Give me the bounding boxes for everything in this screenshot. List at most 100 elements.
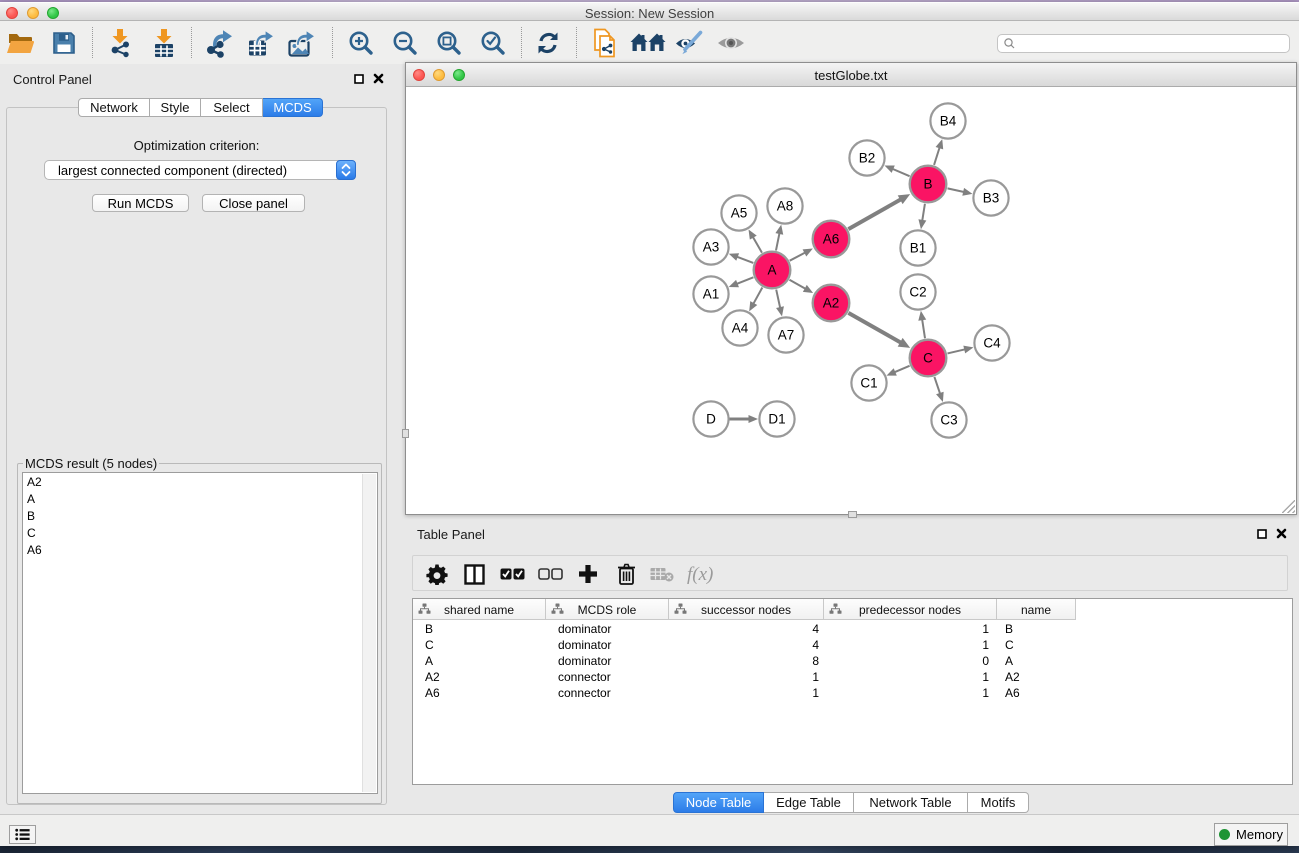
table-cell[interactable]: 4 <box>669 622 819 636</box>
graph-edge-A-A8[interactable] <box>776 232 780 250</box>
table-cell[interactable]: C <box>1005 638 1084 652</box>
export-table-button[interactable] <box>242 21 280 64</box>
save-session-button[interactable] <box>45 21 83 64</box>
table-cell[interactable]: B <box>425 622 558 636</box>
column-header-MCDS-role[interactable]: MCDS role <box>546 599 669 620</box>
graph-edge-A6-B[interactable] <box>848 199 902 229</box>
run-mcds-button[interactable]: Run MCDS <box>92 194 189 212</box>
table-cell[interactable]: connector <box>558 686 681 700</box>
tab-edge-table[interactable]: Edge Table <box>764 792 854 813</box>
delete-row-button[interactable] <box>608 556 644 592</box>
graph-edge-A-A2[interactable] <box>789 280 806 290</box>
table-cell[interactable]: 1 <box>669 686 819 700</box>
table-row[interactable]: Bdominator41 B <box>413 621 1083 637</box>
float-panel-icon[interactable] <box>354 74 364 84</box>
memory-button[interactable]: Memory <box>1214 823 1288 846</box>
zoom-fit-button[interactable] <box>430 21 468 64</box>
table-settings-button[interactable] <box>419 556 455 592</box>
table-cell[interactable]: A2 <box>1005 670 1084 684</box>
graph-edge-A-A4[interactable] <box>753 288 763 305</box>
table-cell[interactable]: 1 <box>824 638 989 652</box>
import-table-button[interactable] <box>145 21 183 64</box>
resize-grip[interactable] <box>1282 500 1295 513</box>
table-row[interactable]: A6connector11A6 <box>413 685 1083 701</box>
graph-node-C3[interactable]: C3 <box>931 402 966 437</box>
first-neighbors-button[interactable] <box>629 21 667 64</box>
graph-node-A2[interactable]: A2 <box>813 285 850 322</box>
table-cell[interactable]: 8 <box>669 654 819 668</box>
result-item[interactable]: A6 <box>23 541 377 558</box>
tab-style[interactable]: Style <box>150 98 201 117</box>
graph-edge-C-C2[interactable] <box>922 318 925 338</box>
tab-motifs[interactable]: Motifs <box>968 792 1029 813</box>
table-cell[interactable]: 1 <box>824 622 989 636</box>
graph-node-A[interactable]: A <box>754 252 791 289</box>
tab-select[interactable]: Select <box>201 98 263 117</box>
result-item[interactable]: A <box>23 490 377 507</box>
table-cell[interactable]: dominator <box>558 622 681 636</box>
tab-mcds[interactable]: MCDS <box>263 98 323 117</box>
graph-edge-A-A7[interactable] <box>776 290 780 310</box>
graph-node-C2[interactable]: C2 <box>900 274 935 309</box>
table-cell[interactable]: B <box>1005 622 1084 636</box>
search-input[interactable] <box>1016 36 1289 50</box>
duplicate-network-button[interactable] <box>586 21 624 64</box>
graph-edge-A2-C[interactable] <box>848 313 902 343</box>
result-item[interactable]: A2 <box>23 473 377 490</box>
graph-edge-A-A3[interactable] <box>736 256 753 263</box>
table-cell[interactable]: A6 <box>425 686 558 700</box>
close-panel-icon[interactable] <box>373 73 384 84</box>
table-row[interactable]: Cdominator41C <box>413 637 1083 653</box>
graph-node-A3[interactable]: A3 <box>693 229 728 264</box>
graph-edge-B-B3[interactable] <box>948 188 966 192</box>
table-row[interactable]: A2connector11A2 <box>413 669 1083 685</box>
graph-node-A6[interactable]: A6 <box>813 221 850 258</box>
table-cell[interactable]: A <box>425 654 558 668</box>
delete-table-button[interactable] <box>644 556 680 592</box>
column-header-name[interactable]: name <box>997 599 1076 620</box>
result-scrollbar[interactable] <box>362 474 376 792</box>
graph-edge-C-C1[interactable] <box>893 366 909 373</box>
import-network-button[interactable] <box>101 21 139 64</box>
graph-node-D[interactable]: D <box>693 401 728 436</box>
graph-edge-B-B1[interactable] <box>922 204 925 222</box>
graph-node-B[interactable]: B <box>910 166 947 203</box>
graph-edge-C-C3[interactable] <box>934 377 940 395</box>
table-cell[interactable]: dominator <box>558 638 681 652</box>
table-cell[interactable]: C <box>425 638 558 652</box>
hide-graphics-details-button[interactable] <box>671 21 709 64</box>
table-cell[interactable]: A2 <box>425 670 558 684</box>
graph-node-D1[interactable]: D1 <box>759 401 794 436</box>
graph-node-B4[interactable]: B4 <box>930 103 965 138</box>
graph-edge-B-B2[interactable] <box>891 168 909 176</box>
tab-node-table[interactable]: Node Table <box>673 792 764 813</box>
close-panel-button[interactable]: Close panel <box>202 194 305 212</box>
graph-node-C[interactable]: C <box>910 340 947 377</box>
table-cell[interactable]: 0 <box>824 654 989 668</box>
table-cell[interactable]: connector <box>558 670 681 684</box>
graph-node-A4[interactable]: A4 <box>722 310 757 345</box>
graph-node-C1[interactable]: C1 <box>851 365 886 400</box>
bottom-edge-handle[interactable] <box>848 511 857 518</box>
graph-node-A7[interactable]: A7 <box>768 317 803 352</box>
tab-network-table[interactable]: Network Table <box>854 792 968 813</box>
tab-network[interactable]: Network <box>78 98 150 117</box>
zoom-in-button[interactable] <box>342 21 380 64</box>
zoom-selected-button[interactable] <box>474 21 512 64</box>
column-header-shared-name[interactable]: shared name <box>413 599 546 620</box>
graph-edge-A-A1[interactable] <box>736 277 754 284</box>
open-session-button[interactable] <box>1 21 39 64</box>
table-cell[interactable]: 1 <box>669 670 819 684</box>
table-cell[interactable]: dominator <box>558 654 681 668</box>
network-canvas[interactable]: B4B2BB3B1A5A8A6A3AA1A2C2A4A7C4CC1C3DD1 <box>407 88 1295 514</box>
graph-edge-A-A6[interactable] <box>790 252 807 261</box>
table-cell[interactable]: A <box>1005 654 1084 668</box>
graph-edge-B-B4[interactable] <box>934 146 940 165</box>
graph-edge-A-A5[interactable] <box>752 236 762 253</box>
table-cell[interactable]: A6 <box>1005 686 1084 700</box>
graph-edge-C-C4[interactable] <box>947 349 966 353</box>
show-panels-button[interactable] <box>9 825 36 844</box>
export-network-button[interactable] <box>200 21 238 64</box>
result-item[interactable]: B <box>23 507 377 524</box>
zoom-out-button[interactable] <box>386 21 424 64</box>
